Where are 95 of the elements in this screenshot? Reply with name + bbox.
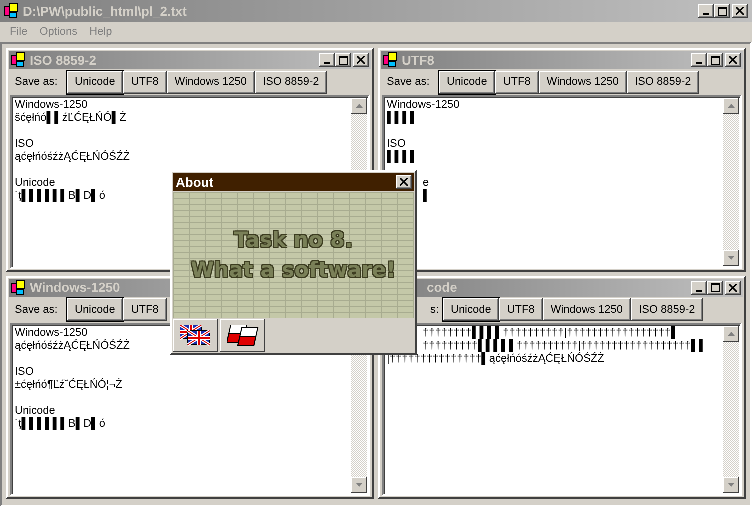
text-line: ▌▌▌▌: [387, 151, 418, 164]
close-icon: [736, 7, 744, 15]
encoding-button[interactable]: UTF8: [123, 298, 167, 321]
minimize-button[interactable]: [319, 53, 335, 67]
encoding-button[interactable]: Unicode: [67, 70, 124, 94]
text-line: ISO: [387, 138, 406, 150]
text-line: ąćęłńóśźżĄĆĘŁŃÓŚŹŻ: [15, 151, 130, 164]
scroll-down-button[interactable]: [723, 250, 739, 266]
dialog-title: About: [176, 174, 215, 190]
scrollbar[interactable]: [723, 98, 739, 266]
save-as-label: s:: [429, 304, 440, 316]
encoding-button[interactable]: Windows 1250: [538, 70, 628, 94]
save-as-label: Save as:: [387, 76, 431, 88]
window-icon: [11, 280, 27, 296]
close-button[interactable]: [396, 175, 412, 189]
window-title: UTF8: [402, 52, 436, 68]
save-as-label: Save as:: [15, 76, 59, 88]
encoding-button[interactable]: ISO 8859-2: [255, 70, 328, 94]
text-line: ▌▌▌▌: [387, 112, 418, 125]
encoding-button[interactable]: UTF8: [499, 298, 543, 321]
close-icon: [729, 284, 737, 292]
flags-icon: [180, 324, 212, 346]
text-line: ˙ţ▌▌▌▌▌▌B▌D▌ó: [15, 190, 106, 203]
save-as-label: Save as:: [15, 304, 59, 316]
scrollbar[interactable]: [723, 326, 739, 493]
close-button[interactable]: [725, 280, 741, 294]
about-text: Task no 8.: [234, 227, 353, 254]
scroll-up-button[interactable]: [351, 98, 367, 114]
maximize-button[interactable]: [714, 4, 730, 18]
text-line: ąćęłńóśźżĄĆĘŁŃÓŚŹŻ: [15, 340, 130, 352]
minimize-icon: [324, 62, 330, 64]
maximize-button[interactable]: [335, 53, 351, 67]
text-line: Windows-1250: [387, 99, 460, 111]
maximize-icon: [718, 6, 726, 16]
text-line: ▌: [423, 190, 431, 203]
language-button[interactable]: [173, 319, 218, 352]
encoding-button[interactable]: ISO 8859-2: [627, 70, 700, 94]
text-line: †††††††††▌▌▌▌▌††††††††††|††††††††††††††††††▌▌: [423, 340, 707, 352]
scroll-down-button[interactable]: [723, 477, 739, 493]
text-line: ±ćęłńó¶Ľź˘ĆĘŁŃÓ¦¬Ż: [15, 378, 122, 392]
scroll-down-button[interactable]: [351, 477, 367, 493]
encoding-button[interactable]: ISO 8859-2: [631, 298, 704, 321]
minimize-button[interactable]: [691, 280, 707, 294]
language-button[interactable]: [220, 319, 265, 352]
encoding-button[interactable]: Windows 1250: [542, 298, 632, 321]
close-icon: [357, 56, 365, 64]
text-line: |†††††††††††††††▌ąćęłńóśźżĄĆĘŁŃÓŚŹŻ: [387, 352, 604, 366]
encoding-button[interactable]: Unicode: [443, 298, 500, 321]
window-title: Windows-1250: [30, 280, 122, 295]
encoding-button[interactable]: Unicode: [439, 70, 496, 94]
close-icon: [729, 56, 737, 64]
text-line: ISO: [15, 366, 34, 378]
window-title: D:\PW\public_html\pl_2.txt: [23, 4, 188, 18]
maximize-button[interactable]: [707, 280, 723, 294]
window-title: ISO 8859-2: [30, 52, 98, 68]
down-arrow-icon: [728, 483, 734, 487]
scroll-up-button[interactable]: [723, 326, 739, 342]
maximize-button[interactable]: [707, 53, 723, 67]
minimize-icon: [696, 290, 702, 292]
text-line: Unicode: [15, 404, 56, 417]
text-line: ††††††††▌▌▌▌††††††††††|†††††††††††††††††▌: [423, 326, 679, 340]
window-icon: [11, 52, 27, 68]
encoding-button[interactable]: UTF8: [495, 70, 539, 94]
minimize-icon: [696, 62, 702, 64]
close-icon: [400, 178, 408, 186]
close-button[interactable]: [725, 53, 741, 67]
up-arrow-icon: [356, 104, 362, 108]
minimize-icon: [703, 13, 709, 15]
minimize-button[interactable]: [698, 4, 714, 18]
text-line: Unicode: [15, 177, 56, 189]
text-line: ˙ţ▌▌▌▌▌▌B▌D▌ó: [15, 418, 106, 430]
maximize-icon: [338, 56, 348, 64]
text-line: Windows-1250: [15, 99, 88, 111]
text-line: šćęłńó▌▌źĽĆĘŁŃÓ▌Ż: [15, 112, 126, 125]
close-button[interactable]: [353, 53, 369, 67]
encoding-button[interactable]: Windows 1250: [166, 70, 256, 94]
encoding-button[interactable]: Unicode: [67, 298, 124, 321]
scroll-up-button[interactable]: [723, 98, 739, 114]
close-button[interactable]: [732, 4, 748, 18]
down-arrow-icon: [728, 256, 734, 260]
down-arrow-icon: [356, 483, 362, 487]
encoding-button[interactable]: UTF8: [123, 70, 167, 94]
maximize-icon: [710, 56, 720, 64]
text-line: Windows-1250: [15, 326, 88, 339]
text-line: ISO: [15, 138, 34, 150]
window-title: code: [427, 280, 458, 295]
minimize-button[interactable]: [691, 53, 707, 67]
app-icon: [4, 3, 20, 19]
text-line: e: [423, 177, 430, 189]
up-arrow-icon: [728, 104, 734, 108]
up-arrow-icon: [728, 332, 734, 336]
maximize-icon: [710, 283, 720, 292]
text-area[interactable]: ††††††††▌▌▌▌††††††††††|†††††††††††††††††▌ †††††††††▌▌▌▌▌††††††††††|††††††††††††††††††▌▌ |†††††††††††††††▌ąćęłńóśźżĄĆĘŁŃÓŚŹŻ: [382, 322, 742, 496]
flags-icon: [226, 324, 258, 346]
window-icon: [383, 52, 399, 68]
